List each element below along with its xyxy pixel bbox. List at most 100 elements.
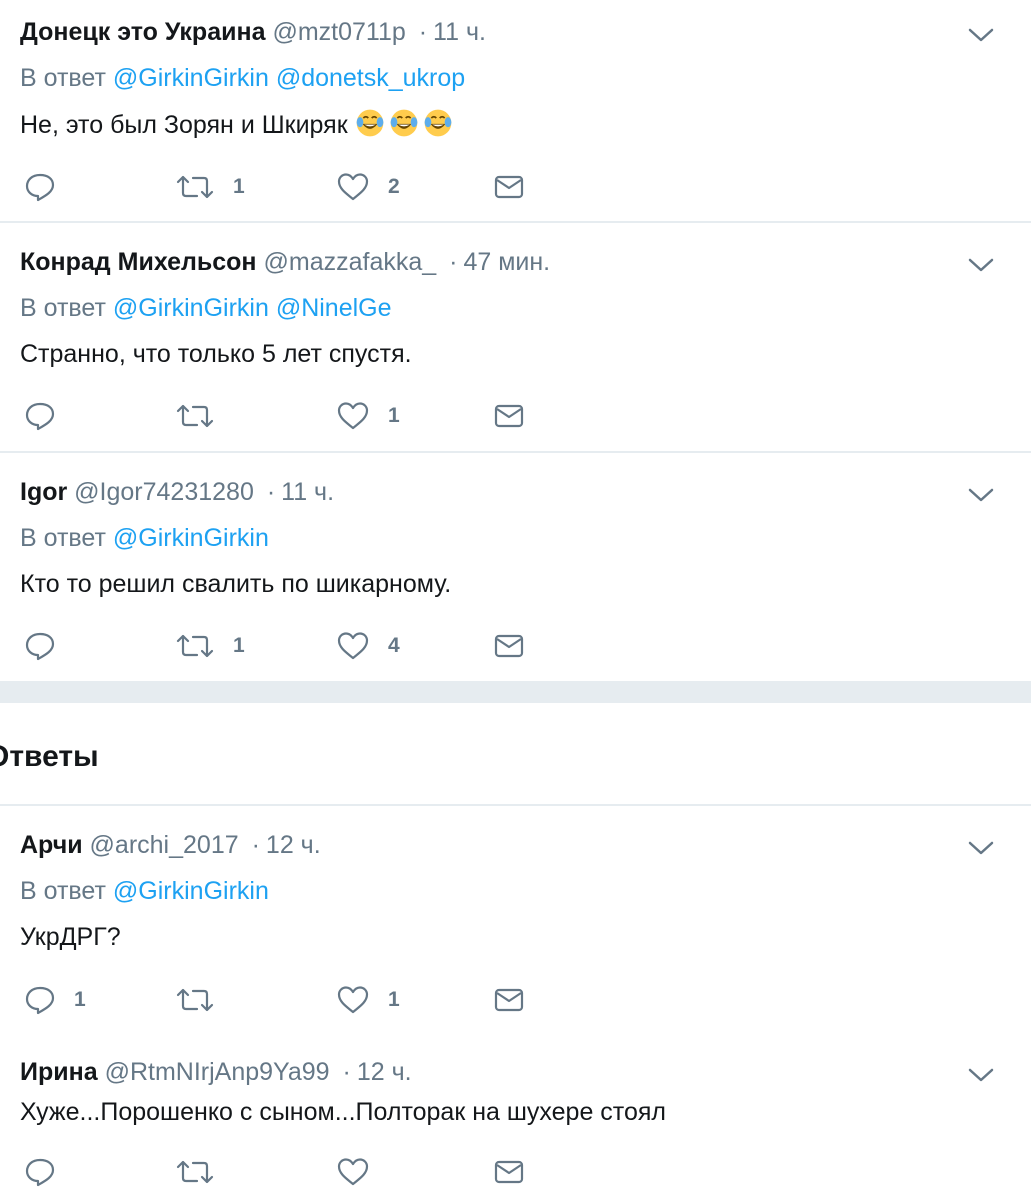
tweet-actions [0,1152,1031,1192]
reply-prefix: В ответ [20,294,106,322]
tweet-text: Хуже...Порошенко с сыном...Полторак на ш… [20,1098,666,1126]
chevron-down-icon[interactable] [966,485,996,505]
mention-link[interactable]: @donetsk_ukrop [276,64,465,92]
reply-context: В ответ @GirkinGirkin @donetsk_ukrop [20,64,465,93]
tweet-actions: 1 4 [0,626,1031,666]
author-handle[interactable]: @RtmNIrjAnp9Ya99 [105,1058,330,1086]
retweet-count: 1 [233,175,245,198]
retweet-button[interactable]: 1 [175,626,245,666]
reply-bubble-icon [25,402,55,431]
separator-dot: · [418,18,428,46]
direct-message-button[interactable] [494,980,524,1020]
retweet-icon [176,1160,214,1184]
retweet-icon [176,175,214,199]
heart-icon [337,632,369,660]
retweet-icon [176,634,214,658]
direct-message-button[interactable] [494,626,524,666]
envelope-icon [494,404,524,428]
retweet-button[interactable]: 1 [175,167,245,207]
tweet-divider [0,451,1031,453]
face-with-tears-of-joy-icon [390,109,417,137]
mention-link[interactable]: @GirkinGirkin [113,294,269,322]
reply-count: 1 [74,988,86,1011]
author-name[interactable]: Igor [20,478,67,506]
author-handle[interactable]: @mazzafakka_ [263,248,436,276]
reply-context: В ответ @GirkinGirkin @NinelGe [20,294,392,323]
mention-link[interactable]: @GirkinGirkin [113,524,269,552]
envelope-icon [494,634,524,658]
reply-prefix: В ответ [20,877,106,905]
timestamp[interactable]: 11 ч. [433,18,486,46]
chevron-down-icon[interactable] [966,1065,996,1085]
author-handle[interactable]: @mzt0711p [272,18,405,46]
face-with-tears-of-joy-icon [424,109,451,137]
like-count: 2 [388,175,400,198]
reply-button[interactable] [24,396,74,436]
chevron-down-icon[interactable] [966,838,996,858]
face-with-tears-of-joy-icon [356,109,383,137]
reply-bubble-icon [25,1158,55,1187]
tweet-text: Странно, что только 5 лет спустя. [20,340,412,368]
tweet-actions: 1 1 [0,980,1031,1020]
direct-message-button[interactable] [494,396,524,436]
author-name[interactable]: Арчи [20,831,83,859]
retweet-count: 1 [233,634,245,657]
tweet-header: Ирина @RtmNIrjAnp9Ya99 · 12 ч. [20,1058,412,1087]
direct-message-button[interactable] [494,1152,524,1192]
reply-context: В ответ @GirkinGirkin [20,524,269,553]
tweet-header: Донецк это Украина @mzt0711p · 11 ч. [20,18,486,47]
chevron-down-icon[interactable] [966,255,996,275]
author-name[interactable]: Ирина [20,1058,98,1086]
heart-icon [337,402,369,430]
like-button[interactable]: 1 [336,396,400,436]
like-button[interactable] [336,1152,388,1192]
reply-button[interactable] [24,167,74,207]
separator-dot: · [449,248,458,276]
envelope-icon [494,988,524,1012]
like-count: 4 [388,634,400,657]
direct-message-button[interactable] [494,167,524,207]
retweet-icon [176,404,214,428]
author-name[interactable]: Конрад Михельсон [20,248,257,276]
timestamp[interactable]: 11 ч. [281,478,334,506]
tweet-text: УкрДРГ? [20,923,121,951]
tweet-actions: 1 2 [0,167,1031,207]
reply-button[interactable] [24,626,74,666]
reply-bubble-icon [25,632,55,661]
chevron-down-icon[interactable] [966,25,996,45]
tweet-text-content: Не, это был Зорян и Шкиряк [20,111,348,139]
like-button[interactable]: 1 [336,980,400,1020]
retweet-button[interactable] [175,396,233,436]
timestamp[interactable]: 47 мин. [463,248,550,276]
reply-prefix: В ответ [20,524,106,552]
reply-context: В ответ @GirkinGirkin [20,877,269,906]
author-handle[interactable]: @Igor74231280 [74,478,254,506]
tweet-header: Арчи @archi_2017 · 12 ч. [20,831,321,860]
like-count: 1 [388,988,400,1011]
author-name[interactable]: Донецк это Украина [20,18,265,46]
section-separator [0,681,1031,703]
reply-button[interactable]: 1 [24,980,86,1020]
heart-icon [337,173,369,201]
tweet-actions: 1 [0,396,1031,436]
separator-dot: · [342,1058,351,1086]
author-handle[interactable]: @archi_2017 [90,831,239,859]
timestamp[interactable]: 12 ч. [357,1058,412,1086]
reply-button[interactable] [24,1152,74,1192]
mention-link[interactable]: @NinelGe [276,294,392,322]
retweet-button[interactable] [175,1152,233,1192]
retweet-button[interactable] [175,980,233,1020]
like-button[interactable]: 4 [336,626,400,666]
mention-link[interactable]: @GirkinGirkin [113,877,269,905]
envelope-icon [494,1160,524,1184]
like-button[interactable]: 2 [336,167,400,207]
mention-link[interactable]: @GirkinGirkin [113,64,269,92]
reply-bubble-icon [25,986,55,1015]
heart-icon [337,986,369,1014]
retweet-icon [176,988,214,1012]
envelope-icon [494,175,524,199]
tweet-header: Igor @Igor74231280 · 11 ч. [20,478,334,507]
separator-dot: · [266,478,276,506]
reply-bubble-icon [25,173,55,202]
timestamp[interactable]: 12 ч. [266,831,321,859]
